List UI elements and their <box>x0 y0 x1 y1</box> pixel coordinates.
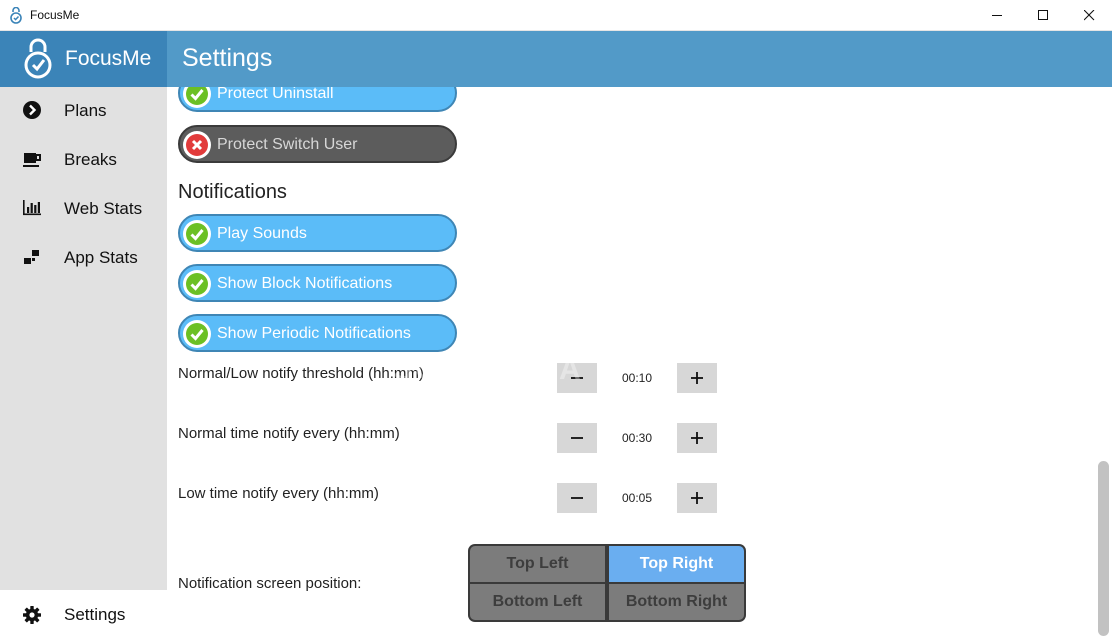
position-top-left-button[interactable]: Top Left <box>470 546 605 582</box>
title-bar: FocusMe <box>0 0 1112 31</box>
minus-icon <box>571 497 583 499</box>
decrement-button[interactable] <box>557 423 597 453</box>
sidebar-item-label: Breaks <box>64 150 117 169</box>
increment-button[interactable] <box>677 363 717 393</box>
minimize-button[interactable] <box>974 0 1020 31</box>
sidebar-item-label: App Stats <box>64 248 138 267</box>
sidebar-item-app-stats[interactable]: App Stats <box>0 235 167 279</box>
app-blocks-icon <box>24 250 39 264</box>
sidebar-item-web-stats[interactable]: Web Stats <box>0 186 167 230</box>
toggle-knob <box>183 131 211 159</box>
plus-icon <box>691 492 703 504</box>
play-sounds-toggle[interactable]: Play Sounds <box>178 214 457 252</box>
app-icon <box>10 7 22 24</box>
sidebar-item-breaks[interactable]: Breaks <box>0 137 167 181</box>
window-title: FocusMe <box>30 8 80 22</box>
scrollbar-thumb[interactable] <box>1098 461 1109 636</box>
show-block-notifications-toggle[interactable]: Show Block Notifications <box>178 264 457 302</box>
gear-icon <box>23 606 41 624</box>
decrement-button[interactable] <box>557 483 597 513</box>
notifications-heading: Notifications <box>178 181 287 203</box>
maximize-button[interactable] <box>1020 0 1066 31</box>
minus-icon <box>571 437 583 439</box>
sidebar-item-plans[interactable]: Plans <box>0 88 167 132</box>
protect-uninstall-toggle[interactable]: Protect Uninstall <box>178 87 457 112</box>
normal-low-threshold-label: Normal/Low notify threshold (hh:mm) <box>178 365 424 382</box>
stepper-value[interactable]: 00:05 <box>597 483 677 513</box>
notification-position-selector: Top Left Top Right Bottom Left Bottom Ri… <box>468 544 746 622</box>
brand-name: FocusMe <box>65 47 152 70</box>
increment-button[interactable] <box>677 423 717 453</box>
maximize-icon <box>1037 10 1048 20</box>
toggle-label: Show Periodic Notifications <box>217 325 411 342</box>
close-button[interactable] <box>1066 0 1112 31</box>
close-icon <box>1083 10 1094 21</box>
check-icon <box>186 323 208 345</box>
sidebar-item-label: Web Stats <box>64 199 143 218</box>
plus-icon <box>691 372 703 384</box>
page-title: Settings <box>182 44 273 72</box>
position-bottom-left-button[interactable]: Bottom Left <box>470 584 605 620</box>
brand[interactable]: FocusMe <box>0 31 167 87</box>
stepper-value[interactable]: 00:30 <box>597 423 677 453</box>
toggle-knob <box>183 270 211 298</box>
toggle-label: Play Sounds <box>217 225 307 242</box>
show-periodic-notifications-toggle[interactable]: Show Periodic Notifications <box>178 314 457 352</box>
low-notify-every-label: Low time notify every (hh:mm) <box>178 485 379 502</box>
toggle-knob <box>183 320 211 348</box>
toggle-knob <box>183 220 211 248</box>
stepper-value[interactable]: 00:10 <box>597 363 677 393</box>
stopwatch-lock-icon <box>24 38 52 79</box>
chevron-circle-right-icon <box>23 101 41 119</box>
normal-notify-every-stepper: 00:30 <box>557 423 717 453</box>
increment-button[interactable] <box>677 483 717 513</box>
minimize-icon <box>991 15 1002 16</box>
plus-icon <box>691 432 703 444</box>
coffee-cup-icon <box>23 153 41 167</box>
cross-icon <box>186 134 208 156</box>
protect-switch-user-toggle[interactable]: Protect Switch User <box>178 125 457 163</box>
check-icon <box>186 273 208 295</box>
position-top-right-button[interactable]: Top Right <box>609 546 744 582</box>
settings-content: Protect Uninstall Protect Switch User No… <box>167 87 1096 640</box>
position-bottom-right-button[interactable]: Bottom Right <box>609 584 744 620</box>
content-scrollbar[interactable] <box>1096 87 1112 640</box>
sidebar: Plans Breaks Web Stats App Stats <box>0 87 167 590</box>
toggle-label: Protect Switch User <box>217 136 358 153</box>
softpedia-watermark: SOFTPEDIA <box>393 353 583 386</box>
check-icon <box>186 87 208 105</box>
check-icon <box>186 223 208 245</box>
toggle-label: Show Block Notifications <box>217 275 393 292</box>
notification-position-label: Notification screen position: <box>178 575 362 592</box>
normal-notify-every-label: Normal time notify every (hh:mm) <box>178 425 400 442</box>
low-notify-every-stepper: 00:05 <box>557 483 717 513</box>
bar-chart-icon <box>23 200 41 216</box>
sidebar-item-settings[interactable]: Settings <box>0 590 167 640</box>
sidebar-item-label: Plans <box>64 101 107 120</box>
app-header: FocusMe Settings <box>0 31 1112 87</box>
toggle-knob <box>183 87 211 108</box>
toggle-label: Protect Uninstall <box>217 87 334 102</box>
sidebar-item-label: Settings <box>64 605 126 624</box>
